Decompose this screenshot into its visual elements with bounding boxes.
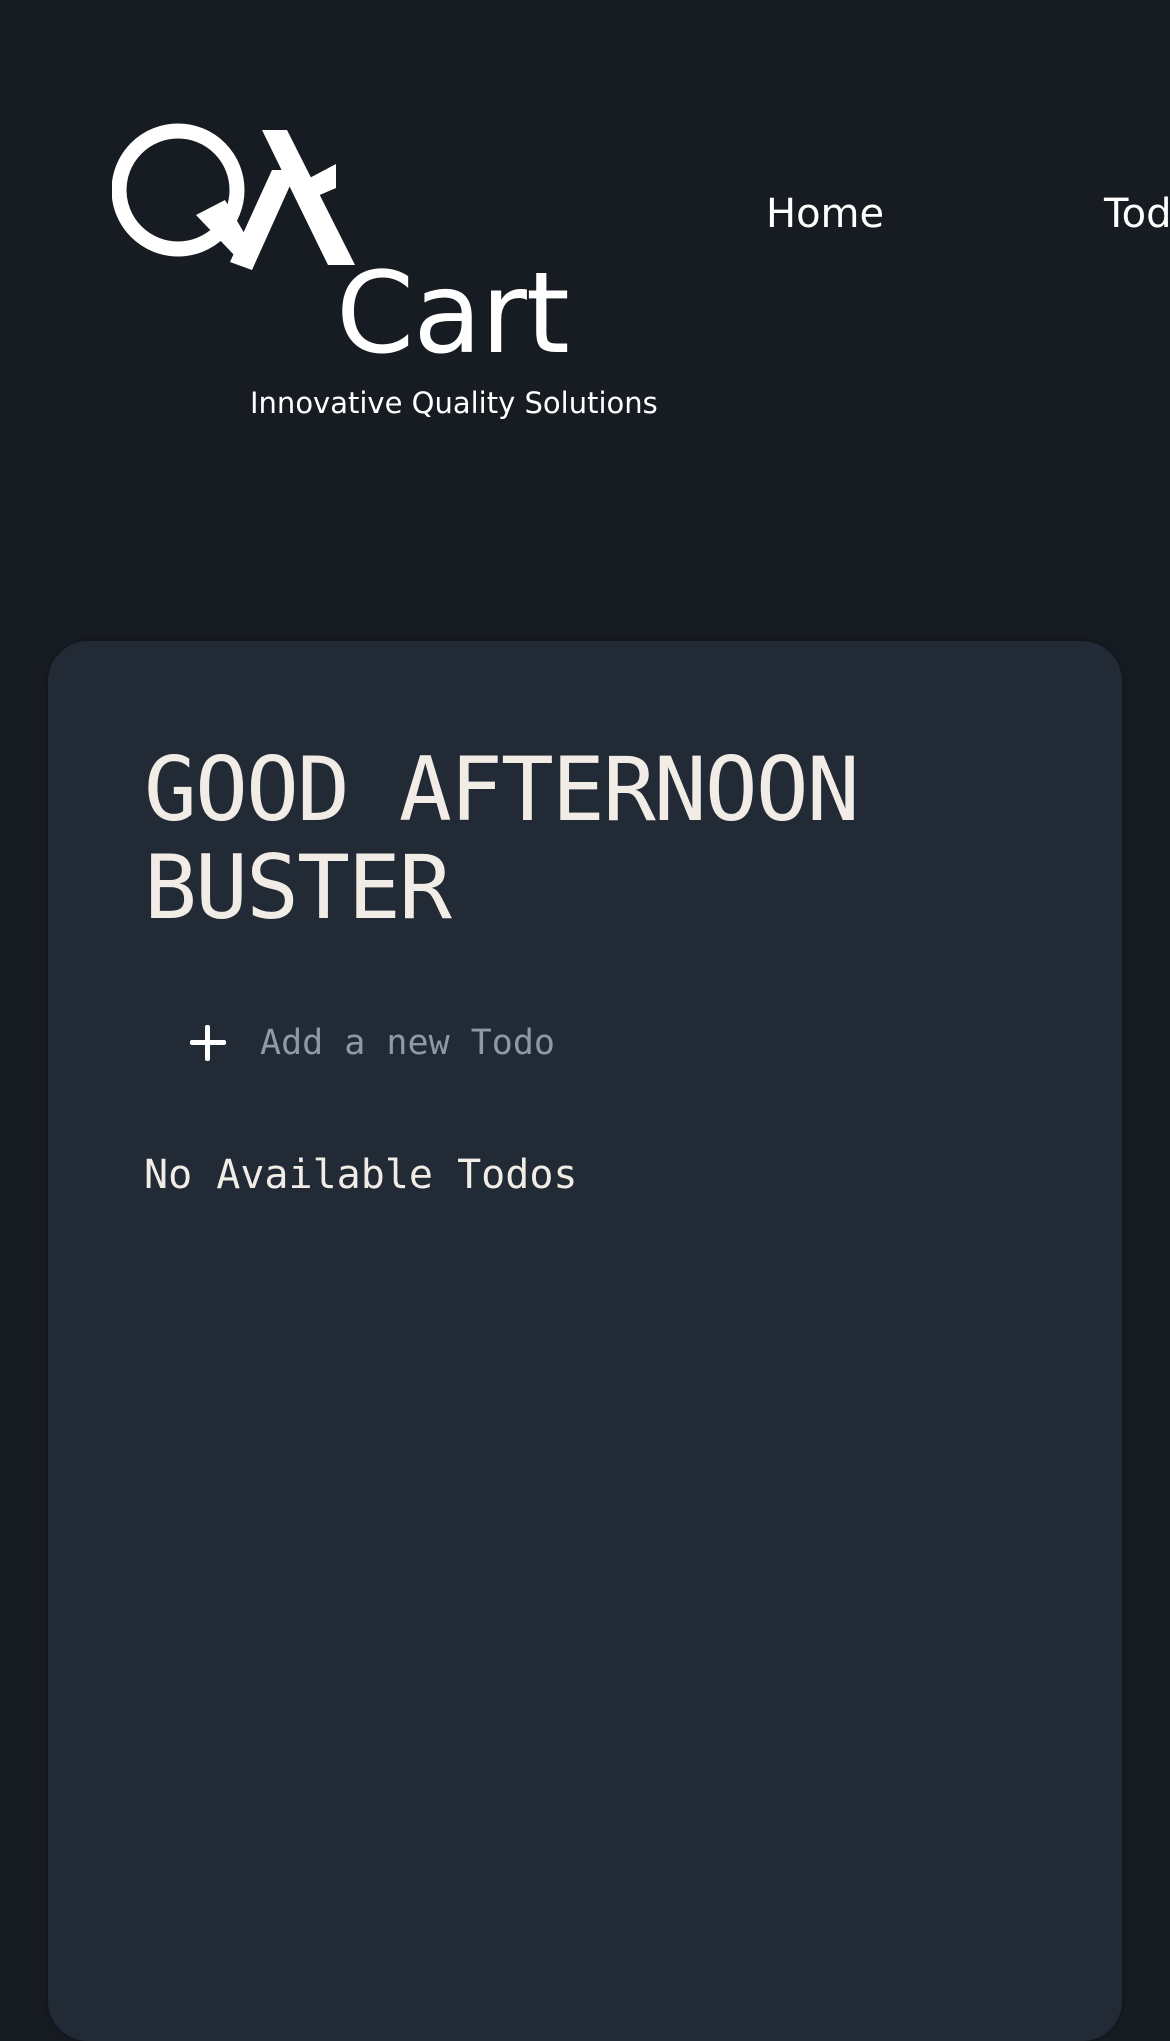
nav-link-home[interactable]: Home bbox=[766, 190, 884, 238]
site-header: Cart Innovative Quality Solutions Home T… bbox=[0, 0, 1170, 420]
todo-card: GOOD AFTERNOON BUSTER No Available Todos bbox=[48, 641, 1122, 2041]
new-todo-input[interactable] bbox=[260, 1023, 820, 1063]
greeting-heading: GOOD AFTERNOON BUSTER bbox=[144, 738, 860, 939]
nav-link-todos[interactable]: Todos bbox=[1104, 190, 1170, 238]
add-todo-row[interactable] bbox=[176, 1011, 876, 1075]
qacart-logo[interactable]: Cart Innovative Quality Solutions bbox=[112, 120, 658, 420]
empty-todos-message: No Available Todos bbox=[144, 1152, 578, 1198]
logo-tagline: Innovative Quality Solutions bbox=[250, 386, 658, 420]
plus-icon[interactable] bbox=[176, 1011, 240, 1075]
logo-wordmark: Cart bbox=[336, 249, 570, 379]
